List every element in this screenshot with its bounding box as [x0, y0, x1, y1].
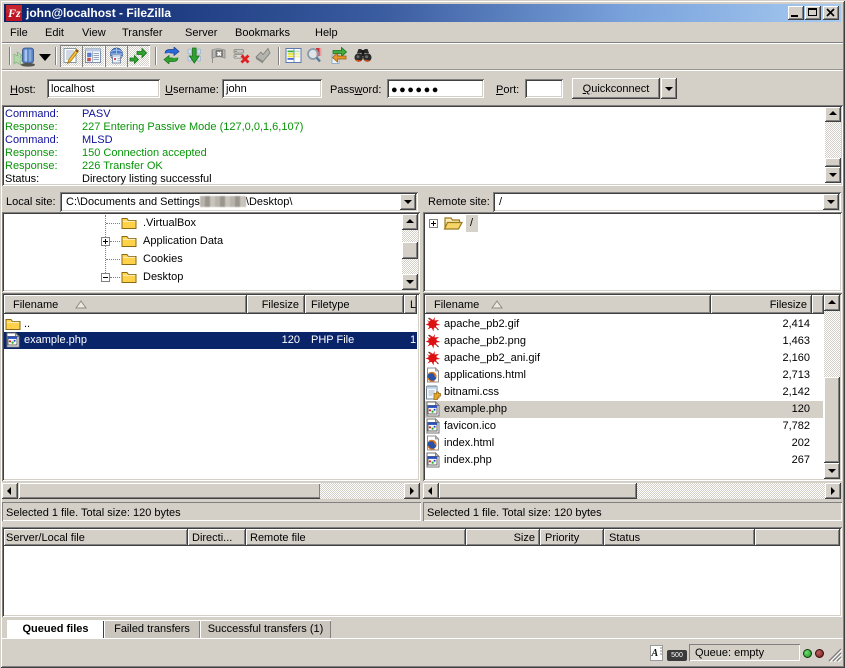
svg-text:A: A: [651, 648, 659, 659]
svg-text:Fz: Fz: [7, 6, 21, 20]
